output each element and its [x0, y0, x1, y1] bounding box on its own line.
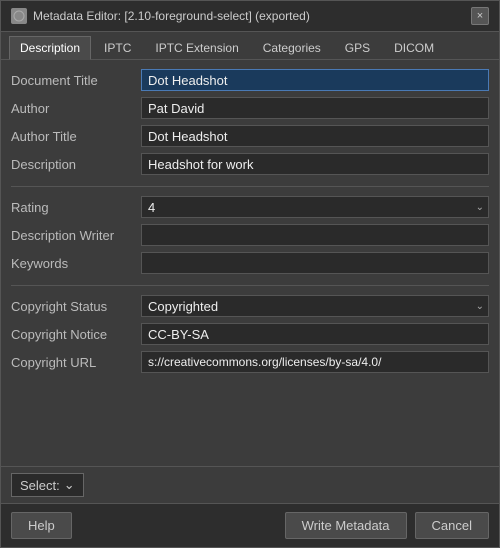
- description-writer-row: Description Writer: [11, 223, 489, 247]
- main-window: Metadata Editor: [2.10-foreground-select…: [0, 0, 500, 548]
- help-button[interactable]: Help: [11, 512, 72, 539]
- tab-iptc[interactable]: IPTC: [93, 36, 142, 59]
- app-icon: [11, 8, 27, 24]
- rating-row: Rating 4 ⌄: [11, 195, 489, 219]
- write-metadata-button[interactable]: Write Metadata: [285, 512, 407, 539]
- cancel-button[interactable]: Cancel: [415, 512, 489, 539]
- keywords-input[interactable]: [141, 252, 489, 274]
- copyright-status-dropdown-arrow: ⌄: [476, 301, 484, 312]
- basic-metadata-section: Document Title Dot Headshot Author Pat D…: [11, 68, 489, 176]
- window-title: Metadata Editor: [2.10-foreground-select…: [33, 9, 310, 23]
- copyright-notice-label: Copyright Notice: [11, 327, 141, 342]
- keywords-label: Keywords: [11, 256, 141, 271]
- author-input[interactable]: Pat David: [141, 97, 489, 119]
- close-button[interactable]: ×: [471, 7, 489, 25]
- copyright-notice-input[interactable]: CC-BY-SA: [141, 323, 489, 345]
- copyright-status-dropdown[interactable]: Copyrighted ⌄: [141, 295, 489, 317]
- document-title-input[interactable]: Dot Headshot: [141, 69, 489, 91]
- action-buttons: Write Metadata Cancel: [285, 512, 489, 539]
- title-bar: Metadata Editor: [2.10-foreground-select…: [1, 1, 499, 32]
- rating-dropdown[interactable]: 4 ⌄: [141, 196, 489, 218]
- tab-iptc-extension[interactable]: IPTC Extension: [144, 36, 249, 59]
- description-input[interactable]: Headshot for work: [141, 153, 489, 175]
- copyright-url-row: Copyright URL s://creativecommons.org/li…: [11, 350, 489, 374]
- description-row: Description Headshot for work: [11, 152, 489, 176]
- divider-1: [11, 186, 489, 187]
- select-bar: Select: ⌄: [1, 466, 499, 503]
- copyright-section: Copyright Status Copyrighted ⌄ Copyright…: [11, 294, 489, 374]
- select-label: Select:: [20, 478, 60, 493]
- title-bar-left: Metadata Editor: [2.10-foreground-select…: [11, 8, 310, 24]
- tab-gps[interactable]: GPS: [334, 36, 381, 59]
- description-label: Description: [11, 157, 141, 172]
- select-dropdown-arrow: ⌄: [64, 477, 75, 493]
- extended-metadata-section: Rating 4 ⌄ Description Writer Keywords: [11, 195, 489, 275]
- author-title-input[interactable]: Dot Headshot: [141, 125, 489, 147]
- author-row: Author Pat David: [11, 96, 489, 120]
- description-writer-input[interactable]: [141, 224, 489, 246]
- buttons-bar: Help Write Metadata Cancel: [1, 503, 499, 547]
- description-writer-label: Description Writer: [11, 228, 141, 243]
- content-area: Document Title Dot Headshot Author Pat D…: [1, 60, 499, 466]
- copyright-notice-row: Copyright Notice CC-BY-SA: [11, 322, 489, 346]
- select-dropdown[interactable]: Select: ⌄: [11, 473, 84, 497]
- author-title-row: Author Title Dot Headshot: [11, 124, 489, 148]
- divider-2: [11, 285, 489, 286]
- document-title-label: Document Title: [11, 73, 141, 88]
- rating-label: Rating: [11, 200, 141, 215]
- tab-categories[interactable]: Categories: [252, 36, 332, 59]
- rating-dropdown-arrow: ⌄: [476, 202, 484, 213]
- copyright-url-input[interactable]: s://creativecommons.org/licenses/by-sa/4…: [141, 351, 489, 373]
- copyright-status-row: Copyright Status Copyrighted ⌄: [11, 294, 489, 318]
- copyright-url-label: Copyright URL: [11, 355, 141, 370]
- document-title-row: Document Title Dot Headshot: [11, 68, 489, 92]
- author-title-label: Author Title: [11, 129, 141, 144]
- tabs-bar: Description IPTC IPTC Extension Categori…: [1, 32, 499, 60]
- copyright-status-label: Copyright Status: [11, 299, 141, 314]
- author-label: Author: [11, 101, 141, 116]
- tab-dicom[interactable]: DICOM: [383, 36, 445, 59]
- keywords-row: Keywords: [11, 251, 489, 275]
- tab-description[interactable]: Description: [9, 36, 91, 60]
